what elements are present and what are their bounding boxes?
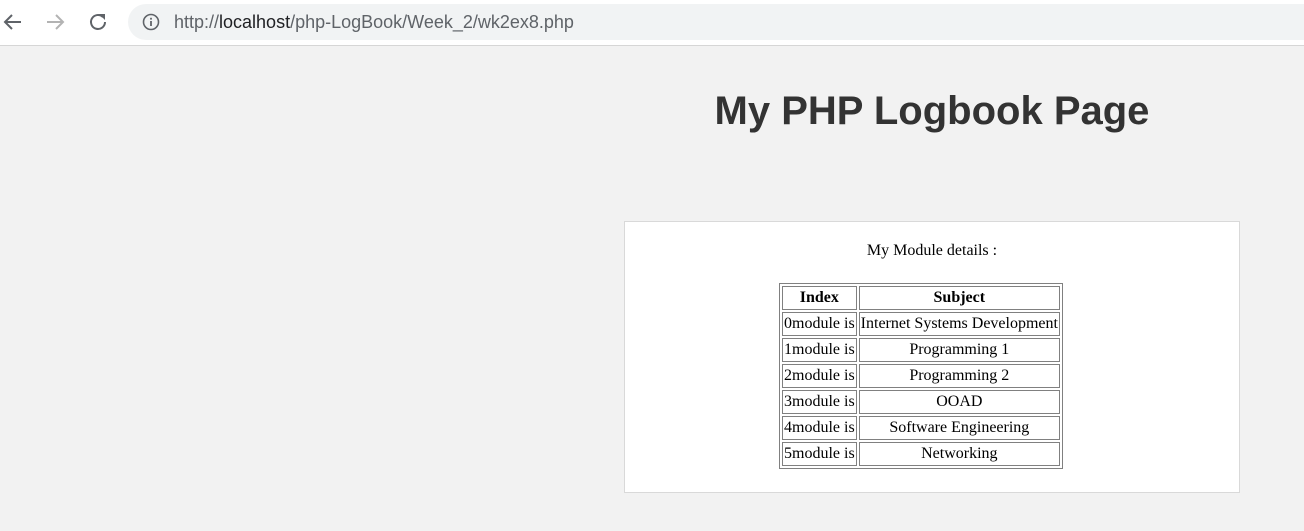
url-path: /php-LogBook/Week_2/wk2ex8.php (290, 12, 574, 32)
table-row: 4module is Software Engineering (782, 416, 1060, 440)
table-row: 1module is Programming 1 (782, 338, 1060, 362)
module-panel: My Module details : Index Subject 0modul… (624, 221, 1240, 493)
subject-cell: Software Engineering (858, 416, 1060, 440)
index-cell: 0module is (782, 312, 857, 336)
column-header-index: Index (782, 286, 857, 310)
forward-button[interactable] (42, 9, 68, 35)
table-row: 0module is Internet Systems Development (782, 312, 1060, 336)
index-cell: 4module is (782, 416, 857, 440)
page-title: My PHP Logbook Page (714, 89, 1150, 133)
table-row: 2module is Programming 2 (782, 364, 1060, 388)
back-button[interactable] (0, 9, 26, 35)
reload-icon (90, 14, 106, 30)
column-header-subject: Subject (858, 286, 1060, 310)
table-header-row: Index Subject (782, 286, 1060, 310)
index-cell: 2module is (782, 364, 857, 388)
index-cell: 1module is (782, 338, 857, 362)
index-cell: 3module is (782, 390, 857, 414)
subject-cell: Networking (858, 442, 1060, 466)
subject-cell: Internet Systems Development (858, 312, 1060, 336)
address-bar[interactable]: http://localhost/php-LogBook/Week_2/wk2e… (128, 4, 1304, 40)
url-prefix: http:// (174, 12, 220, 32)
index-cell: 5module is (782, 442, 857, 466)
table-row: 3module is OOAD (782, 390, 1060, 414)
table-row: 5module is Networking (782, 442, 1060, 466)
module-table: Index Subject 0module is Internet System… (779, 283, 1063, 469)
browser-toolbar: http://localhost/php-LogBook/Week_2/wk2e… (0, 0, 1304, 46)
info-icon[interactable] (142, 13, 160, 31)
arrow-right-icon (47, 14, 65, 30)
reload-button[interactable] (85, 9, 111, 35)
subject-cell: Programming 1 (858, 338, 1060, 362)
subject-cell: Programming 2 (858, 364, 1060, 388)
subject-cell: OOAD (858, 390, 1060, 414)
module-caption: My Module details : (866, 242, 998, 259)
url-host: localhost (219, 12, 291, 32)
arrow-left-icon (3, 14, 21, 30)
url-text[interactable]: http://localhost/php-LogBook/Week_2/wk2e… (174, 12, 574, 32)
